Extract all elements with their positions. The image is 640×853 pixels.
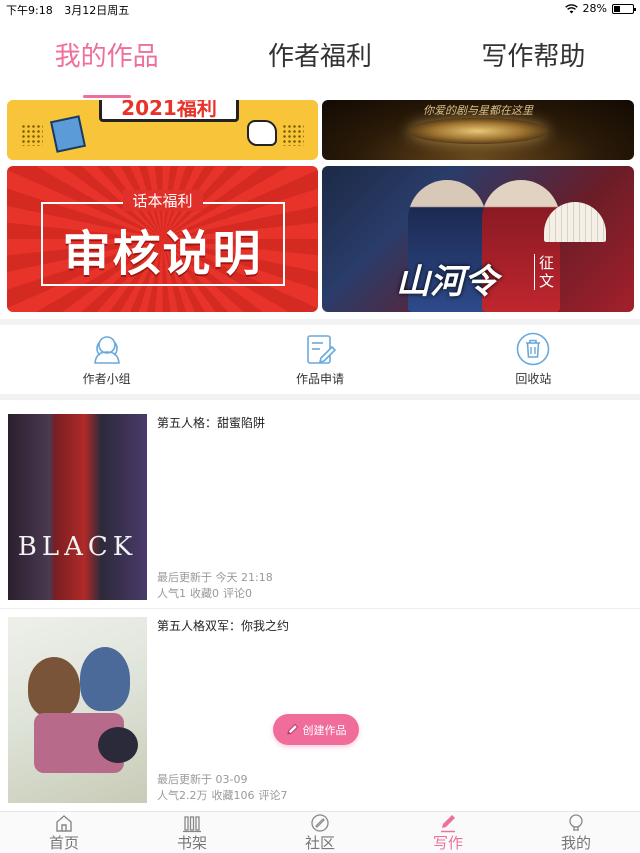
cover-figure bbox=[98, 727, 138, 763]
work-title: 第五人格：甜蜜陷阱 bbox=[157, 416, 266, 430]
banner-2021-benefits[interactable]: 2021福利 bbox=[7, 100, 318, 160]
wifi-icon bbox=[564, 3, 578, 13]
banner-drama-text: 你爱的剧与星都在这里 bbox=[423, 104, 533, 117]
status-date: 3月12日周五 bbox=[64, 4, 130, 17]
work-cover-image bbox=[8, 617, 147, 803]
quick-actions: 作者小组 作品申请 回收站 bbox=[0, 326, 640, 394]
nav-home-label: 首页 bbox=[48, 834, 79, 852]
section-divider bbox=[0, 319, 640, 325]
banner-review-title: 审核说明 bbox=[62, 226, 263, 282]
work-favorites: 收藏0 bbox=[190, 587, 219, 600]
tab-writing-help-label: 写作帮助 bbox=[481, 42, 586, 72]
list-divider bbox=[0, 608, 640, 609]
book-illustration bbox=[50, 115, 86, 153]
pencil-icon bbox=[286, 723, 298, 735]
author-group-label: 作者小组 bbox=[82, 372, 131, 386]
work-favorites: 收藏106 bbox=[211, 789, 255, 802]
work-popularity: 人气2.2万 bbox=[157, 789, 208, 802]
top-tabs: 我的作品 作者福利 写作帮助 bbox=[0, 30, 640, 100]
work-apply-icon bbox=[307, 335, 337, 364]
recycle-bin-icon bbox=[517, 332, 550, 366]
work-stats: 人气2.2万 收藏106 评论7 bbox=[157, 787, 292, 803]
nav-community-label: 社区 bbox=[304, 834, 335, 852]
nav-home[interactable]: 首页 bbox=[0, 812, 128, 853]
tab-my-works[interactable]: 我的作品 bbox=[0, 30, 213, 100]
author-group-icon bbox=[93, 336, 120, 364]
create-work-button[interactable]: 创建作品 bbox=[273, 714, 359, 745]
banner-shanheling-title: 山河令 bbox=[396, 262, 498, 302]
tab-author-benefits[interactable]: 作者福利 bbox=[213, 30, 426, 100]
banner-drama-stars[interactable]: 你爱的剧与星都在这里 bbox=[322, 100, 634, 160]
work-comments: 评论0 bbox=[223, 587, 252, 600]
tab-author-benefits-label: 作者福利 bbox=[267, 42, 372, 72]
banner-shanheling-contest[interactable]: 山河令 征文 bbox=[322, 166, 634, 312]
nav-community[interactable]: 社区 bbox=[256, 812, 384, 853]
battery-percent: 28% bbox=[582, 2, 607, 15]
banner-2021-title: 2021福利 bbox=[99, 100, 239, 122]
nav-bookshelf[interactable]: 书架 bbox=[128, 812, 256, 853]
banner-dots-decoration bbox=[21, 124, 43, 146]
create-work-label: 创建作品 bbox=[302, 723, 347, 737]
nav-bookshelf-label: 书架 bbox=[176, 834, 207, 852]
cover-figure bbox=[28, 657, 80, 717]
active-tab-indicator bbox=[82, 95, 131, 98]
work-stats: 人气1 收藏0 评论0 bbox=[157, 585, 256, 601]
status-right: 28% bbox=[564, 2, 636, 15]
work-title: 第五人格双军：你我之约 bbox=[157, 619, 290, 633]
cover-text: BLACK bbox=[17, 532, 138, 562]
bottom-nav: 首页 书架 社区 写作 我的 bbox=[0, 811, 640, 853]
work-apply-label: 作品申请 bbox=[295, 372, 344, 386]
write-icon bbox=[441, 815, 455, 833]
home-icon bbox=[56, 815, 72, 832]
work-cover-image: BLACK bbox=[8, 414, 147, 600]
work-updated-time: 最后更新于 今天 21:18 bbox=[157, 571, 273, 584]
bookshelf-icon bbox=[183, 816, 201, 833]
author-group-button[interactable]: 作者小组 bbox=[0, 326, 213, 394]
recycle-bin-button[interactable]: 回收站 bbox=[427, 326, 640, 394]
nav-profile[interactable]: 我的 bbox=[512, 812, 640, 853]
status-time: 下午9:18 bbox=[6, 4, 53, 17]
work-apply-button[interactable]: 作品申请 bbox=[213, 326, 426, 394]
nav-write-label: 写作 bbox=[432, 834, 463, 852]
battery-icon bbox=[612, 3, 636, 14]
work-comments: 评论7 bbox=[258, 789, 288, 802]
nav-write[interactable]: 写作 bbox=[384, 812, 512, 853]
status-left: 下午9:18 3月12日周五 bbox=[6, 2, 137, 18]
work-updated-time: 最后更新于 03-09 bbox=[157, 773, 248, 786]
app-screen: 下午9:18 3月12日周五 28% 我的作品 作者福利 写作帮助 2021福利… bbox=[0, 0, 640, 853]
banner-contest-label: 征文 bbox=[534, 254, 558, 290]
recycle-bin-label: 回收站 bbox=[515, 372, 552, 386]
banner-review-label: 话本福利 bbox=[122, 190, 203, 211]
section-divider bbox=[0, 394, 640, 400]
banner-review-guide[interactable]: 话本福利 审核说明 bbox=[7, 166, 318, 312]
tab-my-works-label: 我的作品 bbox=[54, 42, 159, 72]
work-popularity: 人气1 bbox=[157, 587, 186, 600]
cover-figure bbox=[80, 647, 130, 711]
hand-illustration bbox=[247, 120, 277, 146]
community-icon bbox=[311, 814, 329, 832]
tab-writing-help[interactable]: 写作帮助 bbox=[427, 30, 640, 100]
status-bar: 下午9:18 3月12日周五 28% bbox=[0, 0, 640, 18]
nav-profile-label: 我的 bbox=[560, 834, 591, 852]
stage-illustration bbox=[408, 118, 548, 144]
profile-icon bbox=[569, 814, 583, 831]
banner-dots-decoration bbox=[282, 124, 304, 146]
